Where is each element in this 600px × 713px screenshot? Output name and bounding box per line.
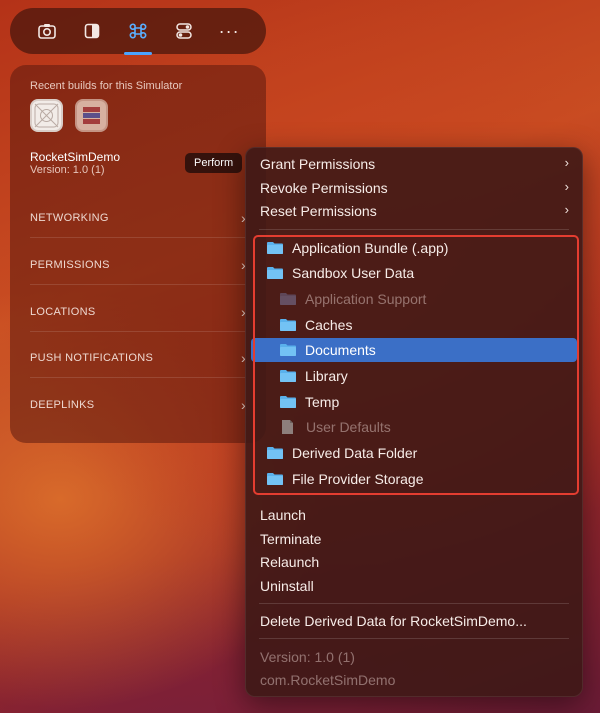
menu-item-grant-permissions[interactable]: Grant Permissions › xyxy=(251,152,577,176)
simulator-toolbar: ··· xyxy=(10,8,266,55)
section-networking[interactable]: NETWORKING › xyxy=(30,198,246,238)
toggles-icon[interactable] xyxy=(164,11,204,51)
menu-item-label: Version: 1.0 (1) xyxy=(260,649,355,665)
section-label: DEEPLINKS xyxy=(30,399,95,411)
section-push-notifications[interactable]: PUSH NOTIFICATIONS › xyxy=(30,338,246,378)
recent-builds-label: Recent builds for this Simulator xyxy=(30,80,183,92)
menu-item-label: com.RocketSimDemo xyxy=(260,672,396,688)
menu-item-label: Terminate xyxy=(260,531,322,547)
section-label: PUSH NOTIFICATIONS xyxy=(30,351,154,364)
menu-item-terminate[interactable]: Terminate xyxy=(251,527,577,551)
section-label: PERMISSIONS xyxy=(30,258,110,271)
menu-item-label: Revoke Permissions xyxy=(260,180,388,196)
menu-info-version: Version: 1.0 (1) xyxy=(251,645,577,669)
more-icon[interactable]: ··· xyxy=(209,11,249,51)
menu-separator xyxy=(259,638,569,639)
menu-item-label: Grant Permissions xyxy=(260,156,376,172)
section-label: LOCATIONS xyxy=(30,305,96,318)
annotation-highlight-box xyxy=(253,235,579,495)
menu-item-label: Delete Derived Data for RocketSimDemo... xyxy=(260,613,527,629)
app-name: RocketSimDemo xyxy=(30,150,121,164)
app-version: Version: 1.0 (1) xyxy=(30,164,105,176)
chevron-right-icon: › xyxy=(564,202,569,217)
section-deeplinks[interactable]: DEEPLINKS › xyxy=(30,385,246,425)
perform-tooltip: Perform xyxy=(185,153,243,173)
menu-item-launch[interactable]: Launch xyxy=(251,503,577,527)
menu-item-relaunch[interactable]: Relaunch xyxy=(251,550,577,574)
menu-item-label: Launch xyxy=(260,507,306,523)
chevron-right-icon: › xyxy=(564,155,569,170)
menu-item-label: Relaunch xyxy=(260,554,320,570)
chevron-right-icon: › xyxy=(564,179,569,194)
menu-item-reset-permissions[interactable]: Reset Permissions › xyxy=(251,199,577,223)
menu-info-bundle-id: com.RocketSimDemo xyxy=(251,668,577,692)
menu-item-label: Uninstall xyxy=(260,578,314,594)
command-icon[interactable] xyxy=(118,11,158,55)
sidebar-toggle-icon[interactable] xyxy=(72,11,112,51)
rocketsim-panel: Recent builds for this Simulator RocketS… xyxy=(10,65,266,443)
recent-build-thumbnail[interactable] xyxy=(75,99,108,132)
menu-item-uninstall[interactable]: Uninstall xyxy=(251,574,577,598)
section-permissions[interactable]: PERMISSIONS › xyxy=(30,245,246,285)
section-label: NETWORKING xyxy=(30,211,109,224)
recent-build-thumbnail[interactable] xyxy=(30,99,63,132)
menu-item-revoke-permissions[interactable]: Revoke Permissions › xyxy=(251,176,577,200)
menu-item-label: Reset Permissions xyxy=(260,203,377,219)
menu-item-delete-derived-data[interactable]: Delete Derived Data for RocketSimDemo... xyxy=(251,609,577,633)
menu-separator xyxy=(259,229,569,230)
section-locations[interactable]: LOCATIONS › xyxy=(30,292,246,332)
menu-separator xyxy=(259,603,569,604)
camera-icon[interactable] xyxy=(27,11,67,51)
perform-context-menu: Grant Permissions › Revoke Permissions ›… xyxy=(245,147,583,697)
